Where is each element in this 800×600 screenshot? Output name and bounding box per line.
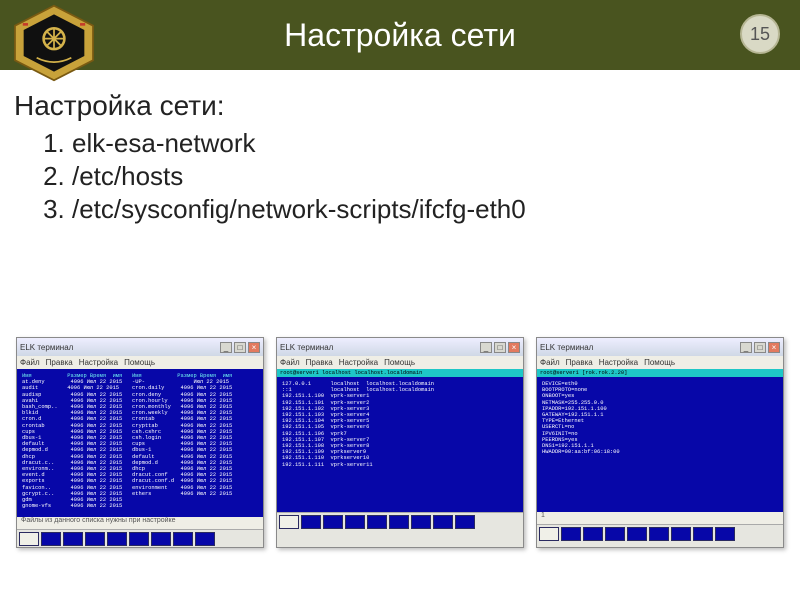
taskbar (17, 529, 263, 547)
taskbar-item[interactable] (41, 532, 61, 546)
taskbar (277, 512, 523, 530)
taskbar-item[interactable] (279, 515, 299, 529)
window-menubar: Файл Правка Настройка Помощь (537, 356, 783, 369)
taskbar-item[interactable] (195, 532, 215, 546)
taskbar-item[interactable] (583, 527, 603, 541)
window-title: ELK терминал (280, 343, 333, 352)
taskbar-item[interactable] (19, 532, 39, 546)
taskbar-item[interactable] (455, 515, 475, 529)
taskbar-item[interactable] (107, 532, 127, 546)
menu-file[interactable]: Файл (280, 358, 300, 367)
window-titlebar: ELK терминал _ □ × (537, 338, 783, 356)
window-title: ELK терминал (540, 343, 593, 352)
page-number-badge: 15 (740, 14, 780, 54)
window-statusbar: Файлы из данного списка нужны при настро… (17, 517, 263, 529)
taskbar (537, 524, 783, 542)
window-titlebar: ELK терминал _ □ × (17, 338, 263, 356)
menu-file[interactable]: Файл (20, 358, 40, 367)
taskbar-item[interactable] (345, 515, 365, 529)
taskbar-item[interactable] (367, 515, 387, 529)
menu-edit[interactable]: Правка (566, 358, 593, 367)
section-subtitle: Настройка сети: (14, 90, 776, 122)
taskbar-item[interactable] (63, 532, 83, 546)
terminal-content: Имя Размер Время имя Имя Размер Время им… (17, 369, 263, 517)
taskbar-item[interactable] (693, 527, 713, 541)
taskbar-item[interactable] (605, 527, 625, 541)
taskbar-item[interactable] (561, 527, 581, 541)
menu-help[interactable]: Помощь (644, 358, 675, 367)
close-button[interactable]: × (768, 342, 780, 353)
terminal-content: DEVICE=eth0 BOOTPROTO=none ONBOOT=yes NE… (537, 377, 783, 512)
taskbar-item[interactable] (627, 527, 647, 541)
taskbar-item[interactable] (323, 515, 343, 529)
taskbar-item[interactable] (539, 527, 559, 541)
screenshots-row: ELK терминал _ □ × Файл Правка Настройка… (0, 337, 800, 548)
list-item: /etc/hosts (72, 161, 776, 192)
terminal-header-row: root@server1 [rok.rok.2.20] (537, 369, 783, 377)
window-statusbar: 1 (537, 512, 783, 524)
maximize-button[interactable]: □ (234, 342, 246, 353)
terminal-window-3: ELK терминал _ □ × Файл Правка Настройка… (536, 337, 784, 548)
list-item: elk-esa-network (72, 128, 776, 159)
taskbar-item[interactable] (173, 532, 193, 546)
window-title: ELK терминал (20, 343, 73, 352)
menu-help[interactable]: Помощь (124, 358, 155, 367)
config-steps-list: elk-esa-network /etc/hosts /etc/sysconfi… (72, 128, 776, 225)
terminal-header-row: root@server1 localhost localhost.localdo… (277, 369, 523, 377)
minimize-button[interactable]: _ (740, 342, 752, 353)
taskbar-item[interactable] (85, 532, 105, 546)
taskbar-item[interactable] (715, 527, 735, 541)
list-item: /etc/sysconfig/network-scripts/ifcfg-eth… (72, 194, 776, 225)
taskbar-item[interactable] (671, 527, 691, 541)
taskbar-item[interactable] (649, 527, 669, 541)
menu-edit[interactable]: Правка (46, 358, 73, 367)
taskbar-item[interactable] (151, 532, 171, 546)
taskbar-item[interactable] (129, 532, 149, 546)
maximize-button[interactable]: □ (754, 342, 766, 353)
terminal-content: 127.0.0.1 localhost localhost.localdomai… (277, 377, 523, 512)
menu-settings[interactable]: Настройка (79, 358, 118, 367)
terminal-window-2: ELK терминал _ □ × Файл Правка Настройка… (276, 337, 524, 548)
slide-body: Настройка сети: elk-esa-network /etc/hos… (0, 70, 800, 225)
menu-settings[interactable]: Настройка (599, 358, 638, 367)
window-menubar: Файл Правка Настройка Помощь (17, 356, 263, 369)
terminal-window-1: ELK терминал _ □ × Файл Правка Настройка… (16, 337, 264, 548)
maximize-button[interactable]: □ (494, 342, 506, 353)
close-button[interactable]: × (248, 342, 260, 353)
window-titlebar: ELK терминал _ □ × (277, 338, 523, 356)
slide-title: Настройка сети (0, 17, 800, 54)
window-menubar: Файл Правка Настройка Помощь (277, 356, 523, 369)
military-emblem-icon (10, 4, 98, 82)
menu-help[interactable]: Помощь (384, 358, 415, 367)
taskbar-item[interactable] (411, 515, 431, 529)
menu-edit[interactable]: Правка (306, 358, 333, 367)
taskbar-item[interactable] (301, 515, 321, 529)
close-button[interactable]: × (508, 342, 520, 353)
slide-header: Настройка сети 15 (0, 0, 800, 70)
taskbar-item[interactable] (389, 515, 409, 529)
menu-settings[interactable]: Настройка (339, 358, 378, 367)
minimize-button[interactable]: _ (480, 342, 492, 353)
taskbar-item[interactable] (433, 515, 453, 529)
minimize-button[interactable]: _ (220, 342, 232, 353)
menu-file[interactable]: Файл (540, 358, 560, 367)
page-number: 15 (750, 24, 770, 45)
